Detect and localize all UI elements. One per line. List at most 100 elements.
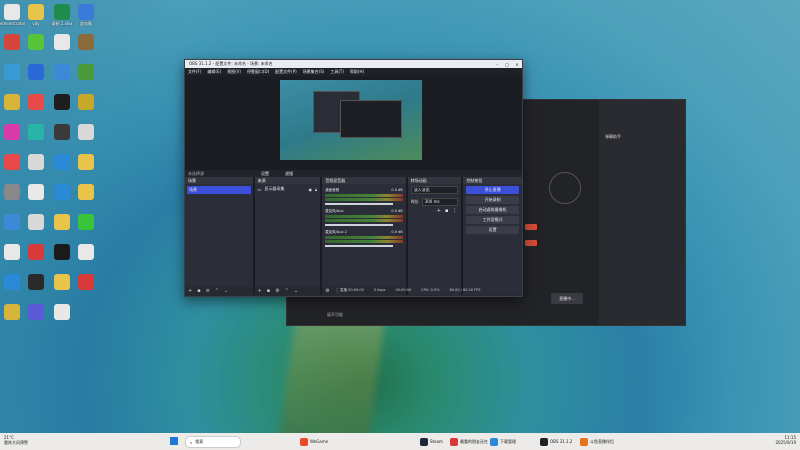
monitor-icon: ▭ xyxy=(257,186,262,192)
trash-icon[interactable]: ▪ xyxy=(267,288,270,294)
maximize-icon[interactable]: □ xyxy=(502,62,512,67)
menu-item[interactable]: 场景集合(S) xyxy=(303,69,325,75)
mixer-header: 音频混音器 xyxy=(322,177,406,184)
taskbar-app-label: 下载管理 xyxy=(500,438,516,444)
volume-meter xyxy=(325,236,403,239)
desktop-icon[interactable] xyxy=(68,154,104,171)
start-recording-button[interactable]: 开始录制 xyxy=(466,196,519,204)
desktop-icon[interactable]: 此电脑 xyxy=(68,4,104,27)
desktop-icon[interactable] xyxy=(68,124,104,141)
obs-titlebar[interactable]: OBS 31.1.2 - 配置文件: 未命名 - 场景: 未命名 – □ ✕ xyxy=(185,60,522,68)
add-icon[interactable]: + xyxy=(188,288,192,294)
transition-type[interactable]: 淡入淡出 xyxy=(408,184,462,196)
desktop-icon[interactable] xyxy=(68,274,104,291)
filter-icon[interactable]: ≡ xyxy=(206,288,210,294)
taskbar-app[interactable]: 斗鱼直播伴侣 xyxy=(580,436,614,447)
minimize-icon[interactable]: – xyxy=(492,62,502,67)
add-icon[interactable]: + xyxy=(258,288,262,294)
weather-widget[interactable]: 21°C 雷阵大风预警 xyxy=(4,435,28,445)
chevron-up-icon[interactable]: ⌃ xyxy=(215,288,219,294)
app-icon xyxy=(78,244,94,260)
source-item[interactable]: ▭ 显示器采集 ◉ 🔒︎ xyxy=(255,184,321,194)
stream-button[interactable]: 直播中... xyxy=(551,293,583,304)
settings-button[interactable]: 设置 xyxy=(466,226,519,234)
start-icon[interactable] xyxy=(170,437,178,445)
fps: 60.00 / 60.00 FPS xyxy=(449,288,481,292)
more-features[interactable]: 展开功能 xyxy=(327,312,343,318)
stop-streaming-button[interactable]: 停止直播 xyxy=(466,186,519,194)
menu-item[interactable]: 工具(T) xyxy=(330,69,344,75)
clock[interactable]: 11:15 2025/9/19 xyxy=(775,435,796,445)
preview-window-thumb xyxy=(340,100,402,138)
menu-item[interactable]: 停靠窗口(D) xyxy=(247,69,269,75)
gear-icon[interactable]: ⚙ xyxy=(325,288,329,294)
menu-item[interactable]: 编辑(E) xyxy=(207,69,221,75)
cpu-usage: CPU: 0.5% xyxy=(421,288,440,292)
desktop-icon[interactable] xyxy=(68,94,104,111)
volume-slider[interactable] xyxy=(325,224,394,226)
obs-preview[interactable] xyxy=(185,76,522,170)
sources-panel: 来源 ▭ 显示器采集 ◉ 🔒︎ + ▪ ⚙ ⌃ ⌄ xyxy=(254,177,321,295)
desktop-icon[interactable] xyxy=(68,214,104,231)
scenes-header: 场景 xyxy=(185,177,253,184)
search-icon: ⌕ xyxy=(190,439,193,445)
transition-duration[interactable]: 时长 300 ms xyxy=(408,196,462,208)
app-icon xyxy=(28,64,44,80)
mixer-track: 麦克风/Aux 0.0 dB xyxy=(325,209,403,226)
gear-icon[interactable]: ⚙ xyxy=(275,288,279,294)
more-icon[interactable]: ⋮ xyxy=(452,208,457,214)
menu-item[interactable]: 文件(F) xyxy=(188,69,201,75)
taskbar-app-label: 最重的朋友还在 xyxy=(460,438,488,444)
app-icon xyxy=(28,94,44,110)
app-icon xyxy=(580,437,588,446)
app-icon xyxy=(28,124,44,140)
bitrate: 0 kbps xyxy=(373,288,386,292)
desktop-icon[interactable] xyxy=(68,64,104,81)
close-icon[interactable]: ✕ xyxy=(512,62,522,67)
volume-slider[interactable] xyxy=(325,245,394,247)
desktop-icon[interactable] xyxy=(68,184,104,201)
app-icon xyxy=(28,154,44,170)
menu-item[interactable]: 帮助(H) xyxy=(350,69,364,75)
track-level: 0.0 dB xyxy=(391,230,403,234)
taskbar-app[interactable]: 下载管理 xyxy=(490,436,516,447)
taskbar-app[interactable]: WeGame xyxy=(300,436,328,447)
taskbar-app[interactable]: OBS 31.1.2 xyxy=(540,436,572,447)
chevron-down-icon[interactable]: ⌄ xyxy=(224,288,228,294)
more-icon[interactable]: ⋮ xyxy=(335,288,340,294)
red-badge xyxy=(525,224,537,230)
trash-icon[interactable]: ▪ xyxy=(197,288,200,294)
app-icon xyxy=(28,274,44,290)
menu-item[interactable]: 视图(V) xyxy=(227,69,241,75)
lock-icon[interactable]: 🔒︎ xyxy=(315,187,317,192)
menu-item[interactable]: 配置文件(P) xyxy=(275,69,297,75)
studio-mode-button[interactable]: 工作室模式 xyxy=(466,216,519,224)
search-box[interactable]: ⌕ 搜索 xyxy=(185,436,241,448)
chevron-down-icon[interactable]: ⌄ xyxy=(294,288,298,294)
app-icon xyxy=(28,34,44,50)
preview-capture xyxy=(280,80,422,160)
desktop-icon[interactable] xyxy=(44,304,80,321)
taskbar-app[interactable]: Steam xyxy=(420,436,443,447)
scenes-toolbar: + ▪ ≡ ⌃ ⌄ xyxy=(185,287,253,295)
app-icon xyxy=(78,184,94,200)
add-icon[interactable]: + xyxy=(437,208,441,214)
transition-select[interactable]: 淡入淡出 xyxy=(410,186,459,194)
virtual-camera-button[interactable]: 启动虚拟摄像机 xyxy=(466,206,519,214)
volume-slider[interactable] xyxy=(325,203,394,205)
chevron-up-icon[interactable]: ⌃ xyxy=(285,288,289,294)
rec-timer: 00:00:00 xyxy=(395,288,412,292)
scene-item[interactable]: 场景 xyxy=(187,186,251,194)
app-icon xyxy=(78,154,94,170)
duration-input[interactable]: 300 ms xyxy=(421,198,459,206)
trash-icon[interactable]: ▪ xyxy=(445,208,448,214)
mixer-tracks: 桌面音频 0.0 dB 麦克风/Aux 0.0 dB 麦克风/Aux 2 0.0 dB xyxy=(322,188,406,247)
volume-meter xyxy=(325,215,403,218)
app-icon xyxy=(28,244,44,260)
app-icon xyxy=(78,274,94,290)
desktop-icon[interactable] xyxy=(68,244,104,261)
obs-window[interactable]: OBS 31.1.2 - 配置文件: 未命名 - 场景: 未命名 – □ ✕ 文… xyxy=(184,59,523,297)
eye-icon[interactable]: ◉ xyxy=(309,187,313,192)
taskbar-app[interactable]: 最重的朋友还在 xyxy=(450,436,488,447)
desktop-icon[interactable] xyxy=(68,34,104,51)
